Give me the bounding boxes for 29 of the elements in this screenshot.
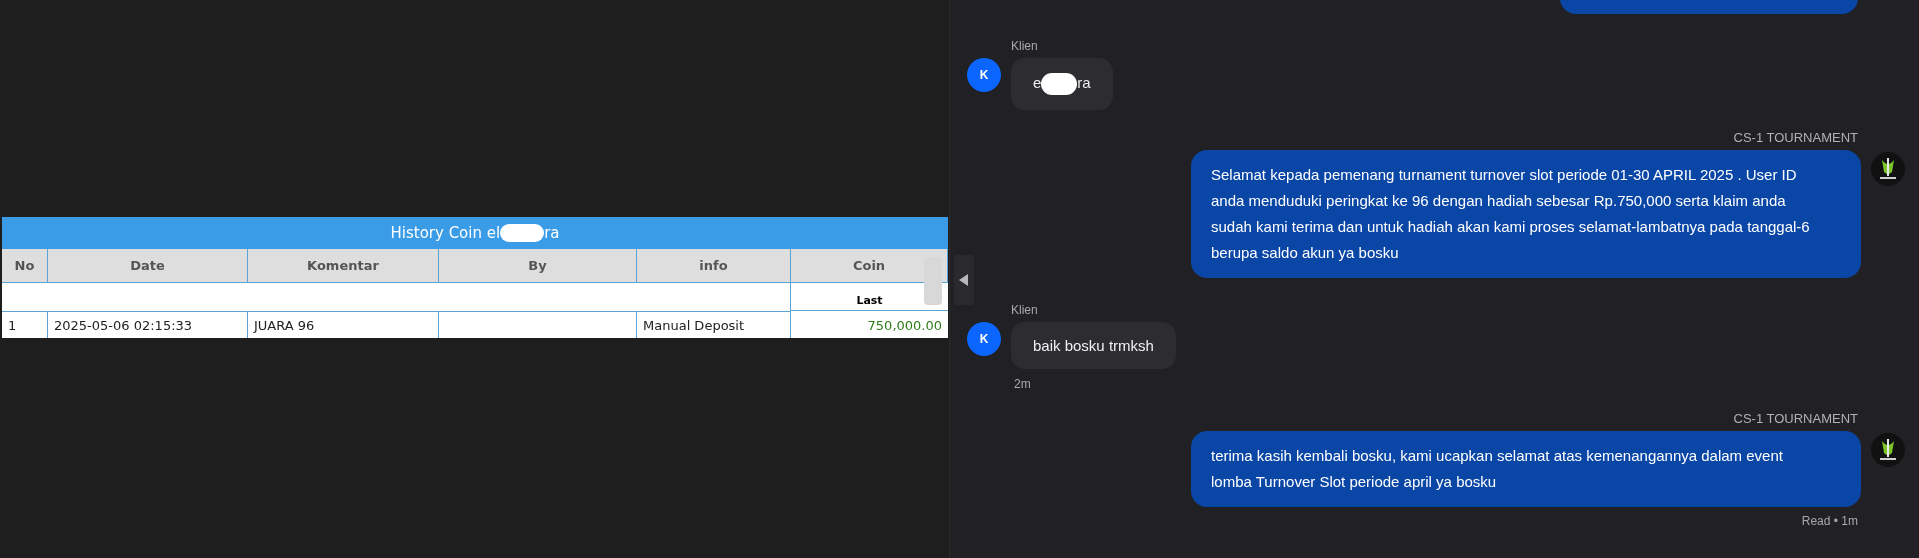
sender-name: Klien <box>1011 39 1039 53</box>
logo-avatar-icon <box>1871 152 1905 186</box>
message-bubble: terima kasih kembali bosku, kami ucapkan selamat atas kemenangannya dalam event lomba Turnover Slot periode april ya bosku <box>1191 431 1861 507</box>
logo-avatar-icon <box>1871 433 1905 467</box>
collapse-handle[interactable] <box>954 255 974 305</box>
sender-name: CS-1 TOURNAMENT <box>1733 411 1858 426</box>
table-cell: Manual Deposit <box>637 312 791 338</box>
column-header: By <box>439 249 637 283</box>
message-bubble: e ra <box>1011 58 1113 110</box>
avatar: K <box>967 58 1001 92</box>
table-cell: 2025-05-06 02:15:33 <box>48 312 248 338</box>
table-cell-text: 750,000.00 <box>866 316 943 335</box>
column-header: Date <box>48 249 248 283</box>
column-header: Coin <box>791 249 948 283</box>
message-time: 2m <box>1014 377 1032 391</box>
table-title: History Coin el ra <box>390 223 560 243</box>
column-header: No <box>2 249 48 283</box>
sender-name: CS-1 TOURNAMENT <box>1733 130 1858 145</box>
sender-name: Klien <box>1011 303 1039 317</box>
message-bubble: baik bosku trmksh <box>1011 322 1176 369</box>
left-triangle-icon <box>959 274 969 286</box>
column-header: info <box>637 249 791 283</box>
avatar: K <box>967 322 1001 356</box>
message-bubble: Selamat kepada pemenang turnament turnover slot periode 01-30 APRIL 2025 . User ID anda menduduki peringkat ke 96 dengan hadiah sebesar Rp.750,000 serta klaim anda sudah kami terima dan untuk hadiah akan kami proses selamat-lambatnya pada tanggal-6 berupa saldo akun ya bosku <box>1191 150 1861 278</box>
read-status: Read • 1m <box>1801 514 1858 528</box>
table-cell: 1 <box>2 312 48 338</box>
column-header: Komentar <box>248 249 439 283</box>
scrollbar-thumb[interactable] <box>924 257 942 305</box>
table-cell: JUARA 96 <box>248 312 439 338</box>
